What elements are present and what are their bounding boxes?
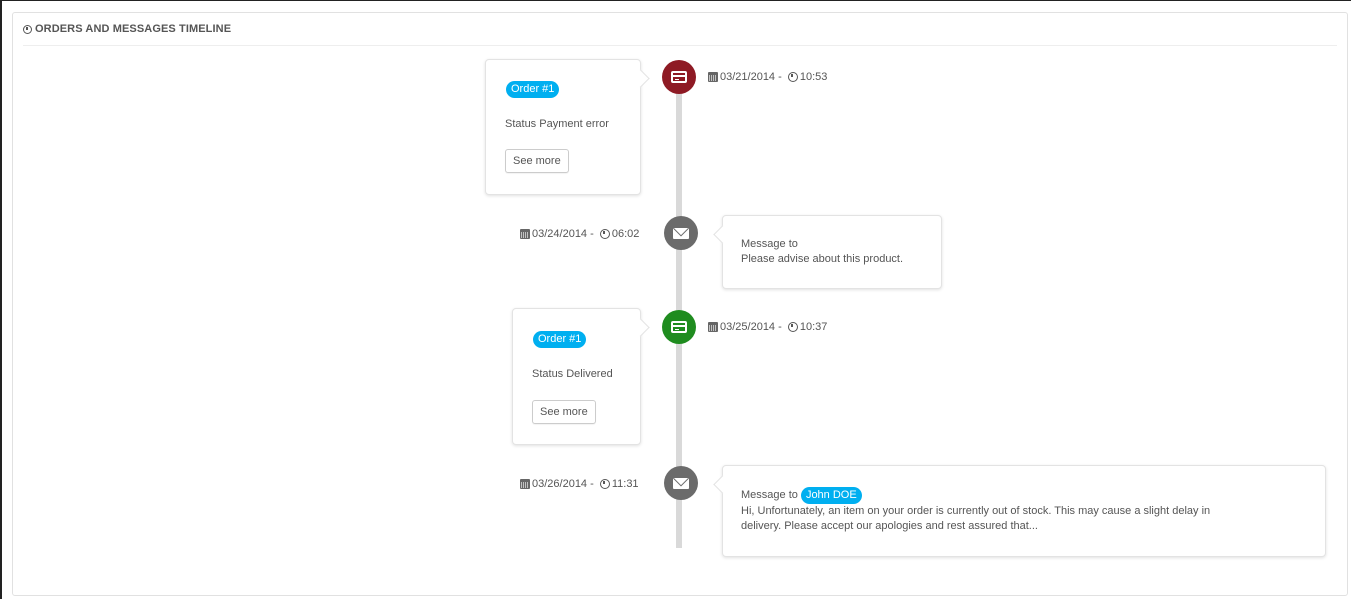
event-date: 03/25/2014 [720,321,776,333]
clock-icon [599,479,610,489]
order-badge[interactable]: Order #1 [506,81,560,98]
clock-icon [787,322,798,332]
message-node [664,216,698,250]
message-card: Message to John DOE Hi, Unfortunately, a… [722,465,1326,557]
datetime-separator: - [587,478,597,490]
datetime-separator: - [775,71,785,83]
order-node [662,310,696,344]
event-time: 10:37 [799,321,828,333]
calendar-icon [520,229,530,239]
panel-heading: ORDERS AND MESSAGES TIMELINE [23,13,1337,46]
order-node [662,60,696,94]
message-node [664,466,698,500]
calendar-icon [708,322,718,332]
clock-icon [787,72,798,82]
order-status: Status Payment error [505,118,609,130]
order-card: Order #1 Status Delivered See more [512,308,641,445]
event-time: 06:02 [611,228,640,240]
calendar-icon [708,72,718,82]
event-date: 03/21/2014 [720,71,776,83]
datetime-separator: - [587,228,597,240]
event-date: 03/26/2014 [532,478,588,490]
event-datetime: 03/26/2014 - 11:31 [520,478,639,490]
calendar-icon [520,479,530,489]
envelope-icon [673,477,689,489]
event-datetime: 03/25/2014 - 10:37 [708,321,827,333]
credit-card-icon [671,71,687,83]
message-body-line1: Hi, Unfortunately, an item on your order… [741,505,1211,517]
event-datetime: 03/21/2014 - 10:53 [708,71,827,83]
see-more-button[interactable]: See more [505,149,569,173]
order-card: Order #1 Status Payment error See more [485,59,641,195]
message-card: Message to Please advise about this prod… [722,215,942,289]
message-body: Please advise about this product. [741,253,904,265]
clock-icon [23,24,32,34]
envelope-icon [673,227,689,239]
order-status: Status Delivered [532,368,613,380]
event-time: 10:53 [799,71,828,83]
datetime-separator: - [775,321,785,333]
message-body-line2: delivery. Please accept our apologies an… [741,520,1038,532]
order-badge[interactable]: Order #1 [533,331,587,348]
event-datetime: 03/24/2014 - 06:02 [520,228,639,240]
event-date: 03/24/2014 [532,228,588,240]
message-prefix: Message to [741,489,798,501]
event-time: 11:31 [611,478,639,490]
panel-title: ORDERS AND MESSAGES TIMELINE [35,23,232,35]
see-more-button[interactable]: See more [532,400,596,424]
credit-card-icon [671,321,687,333]
clock-icon [599,229,610,239]
message-prefix: Message to [741,238,798,250]
recipient-badge[interactable]: John DOE [800,487,862,504]
